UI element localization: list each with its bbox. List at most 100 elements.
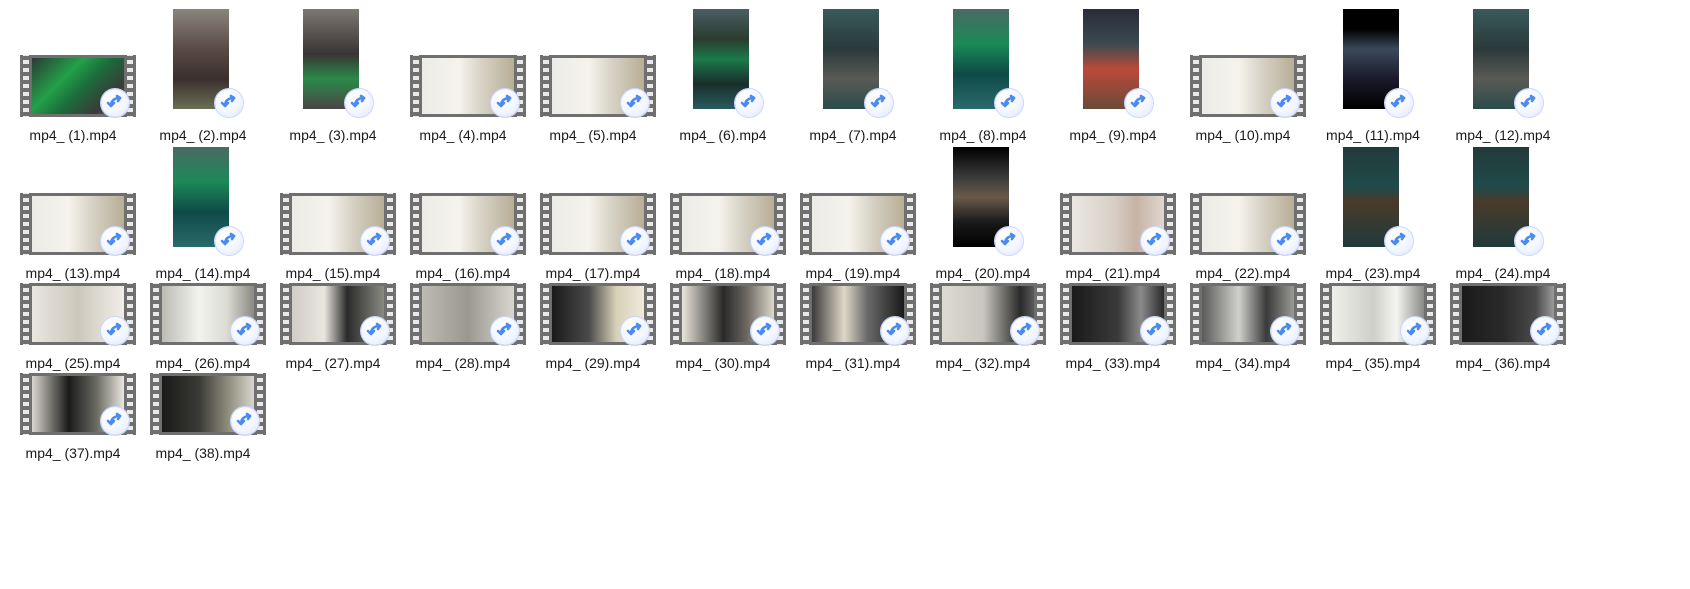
file-name-label: mp4_ (30).mp4 bbox=[675, 355, 771, 371]
file-name-label: mp4_ (29).mp4 bbox=[545, 355, 641, 371]
file-item[interactable]: mp4_ (9).mp4 bbox=[1048, 9, 1178, 164]
file-name-label: mp4_ (27).mp4 bbox=[285, 355, 381, 371]
file-item[interactable]: mp4_ (19).mp4 bbox=[788, 152, 918, 302]
file-name-label: mp4_ (23).mp4 bbox=[1325, 265, 1421, 281]
shortcut-arrow-icon bbox=[101, 227, 129, 255]
file-item[interactable]: mp4_ (23).mp4 bbox=[1308, 147, 1438, 302]
shortcut-arrow-icon bbox=[881, 227, 909, 255]
file-item[interactable]: mp4_ (33).mp4 bbox=[1048, 282, 1178, 432]
file-item[interactable]: mp4_ (16).mp4 bbox=[398, 152, 528, 302]
shortcut-arrow-icon bbox=[101, 317, 129, 345]
file-item[interactable]: mp4_ (24).mp4 bbox=[1438, 147, 1568, 302]
file-item[interactable]: mp4_ (17).mp4 bbox=[528, 152, 658, 302]
file-item[interactable]: mp4_ (31).mp4 bbox=[788, 282, 918, 432]
shortcut-arrow-icon bbox=[751, 227, 779, 255]
file-name-label: mp4_ (22).mp4 bbox=[1195, 265, 1291, 281]
file-name-label: mp4_ (10).mp4 bbox=[1195, 127, 1291, 143]
file-item[interactable]: mp4_ (38).mp4 bbox=[138, 372, 268, 522]
file-name-label: mp4_ (35).mp4 bbox=[1325, 355, 1421, 371]
file-name-label: mp4_ (2).mp4 bbox=[159, 127, 247, 143]
shortcut-arrow-icon bbox=[1271, 89, 1299, 117]
file-item[interactable]: mp4_ (34).mp4 bbox=[1178, 282, 1308, 432]
file-item[interactable]: mp4_ (28).mp4 bbox=[398, 282, 528, 432]
shortcut-arrow-icon bbox=[361, 227, 389, 255]
shortcut-arrow-icon bbox=[101, 407, 129, 435]
file-item[interactable]: mp4_ (30).mp4 bbox=[658, 282, 788, 432]
shortcut-arrow-icon bbox=[1271, 227, 1299, 255]
file-item[interactable]: mp4_ (3).mp4 bbox=[268, 9, 398, 164]
file-name-label: mp4_ (3).mp4 bbox=[289, 127, 377, 143]
shortcut-arrow-icon bbox=[101, 89, 129, 117]
file-item[interactable]: mp4_ (27).mp4 bbox=[268, 282, 398, 432]
shortcut-arrow-icon bbox=[1401, 317, 1429, 345]
file-item[interactable]: mp4_ (18).mp4 bbox=[658, 152, 788, 302]
file-item[interactable]: mp4_ (2).mp4 bbox=[138, 9, 268, 164]
file-item[interactable]: mp4_ (1).mp4 bbox=[8, 14, 138, 164]
shortcut-arrow-icon bbox=[881, 317, 909, 345]
shortcut-arrow-icon bbox=[751, 317, 779, 345]
file-name-label: mp4_ (7).mp4 bbox=[809, 127, 897, 143]
file-name-label: mp4_ (37).mp4 bbox=[25, 445, 121, 461]
file-item[interactable]: mp4_ (8).mp4 bbox=[918, 9, 1048, 164]
shortcut-arrow-icon bbox=[491, 89, 519, 117]
shortcut-arrow-icon bbox=[345, 89, 373, 117]
file-item[interactable]: mp4_ (20).mp4 bbox=[918, 147, 1048, 302]
file-name-label: mp4_ (19).mp4 bbox=[805, 265, 901, 281]
shortcut-arrow-icon bbox=[1385, 89, 1413, 117]
file-item[interactable]: mp4_ (12).mp4 bbox=[1438, 9, 1568, 164]
file-name-label: mp4_ (33).mp4 bbox=[1065, 355, 1161, 371]
shortcut-arrow-icon bbox=[995, 227, 1023, 255]
file-item[interactable]: mp4_ (5).mp4 bbox=[528, 14, 658, 164]
file-name-label: mp4_ (25).mp4 bbox=[25, 355, 121, 371]
file-item[interactable]: mp4_ (36).mp4 bbox=[1438, 282, 1568, 432]
shortcut-arrow-icon bbox=[215, 89, 243, 117]
shortcut-arrow-icon bbox=[621, 317, 649, 345]
shortcut-arrow-icon bbox=[1531, 317, 1559, 345]
file-name-label: mp4_ (31).mp4 bbox=[805, 355, 901, 371]
file-name-label: mp4_ (36).mp4 bbox=[1455, 355, 1551, 371]
shortcut-arrow-icon bbox=[361, 317, 389, 345]
file-icon-grid: mp4_ (1).mp4 mp4_ (2).mp4 mp4_ (3).mp4 m… bbox=[0, 0, 1690, 589]
file-item[interactable]: mp4_ (6).mp4 bbox=[658, 9, 788, 164]
file-name-label: mp4_ (18).mp4 bbox=[675, 265, 771, 281]
file-item[interactable]: mp4_ (14).mp4 bbox=[138, 147, 268, 302]
shortcut-arrow-icon bbox=[1141, 317, 1169, 345]
file-item[interactable]: mp4_ (21).mp4 bbox=[1048, 152, 1178, 302]
file-item[interactable]: mp4_ (22).mp4 bbox=[1178, 152, 1308, 302]
file-item[interactable]: mp4_ (4).mp4 bbox=[398, 14, 528, 164]
file-item[interactable]: mp4_ (15).mp4 bbox=[268, 152, 398, 302]
shortcut-arrow-icon bbox=[215, 227, 243, 255]
file-item[interactable]: mp4_ (35).mp4 bbox=[1308, 282, 1438, 432]
file-name-label: mp4_ (24).mp4 bbox=[1455, 265, 1551, 281]
shortcut-arrow-icon bbox=[1141, 227, 1169, 255]
shortcut-arrow-icon bbox=[995, 89, 1023, 117]
file-name-label: mp4_ (38).mp4 bbox=[155, 445, 251, 461]
file-item[interactable]: mp4_ (11).mp4 bbox=[1308, 9, 1438, 164]
file-name-label: mp4_ (32).mp4 bbox=[935, 355, 1031, 371]
file-name-label: mp4_ (28).mp4 bbox=[415, 355, 511, 371]
shortcut-arrow-icon bbox=[491, 227, 519, 255]
shortcut-arrow-icon bbox=[1515, 227, 1543, 255]
file-item[interactable]: mp4_ (13).mp4 bbox=[8, 152, 138, 302]
file-name-label: mp4_ (14).mp4 bbox=[155, 265, 251, 281]
file-name-label: mp4_ (15).mp4 bbox=[285, 265, 381, 281]
file-name-label: mp4_ (34).mp4 bbox=[1195, 355, 1291, 371]
file-name-label: mp4_ (11).mp4 bbox=[1326, 127, 1420, 143]
shortcut-arrow-icon bbox=[735, 89, 763, 117]
file-item[interactable]: mp4_ (37).mp4 bbox=[8, 372, 138, 522]
file-item[interactable]: mp4_ (7).mp4 bbox=[788, 9, 918, 164]
file-item[interactable]: mp4_ (10).mp4 bbox=[1178, 14, 1308, 164]
file-name-label: mp4_ (12).mp4 bbox=[1455, 127, 1551, 143]
file-name-label: mp4_ (9).mp4 bbox=[1069, 127, 1157, 143]
file-item[interactable]: mp4_ (32).mp4 bbox=[918, 282, 1048, 432]
shortcut-arrow-icon bbox=[491, 317, 519, 345]
shortcut-arrow-icon bbox=[621, 89, 649, 117]
shortcut-arrow-icon bbox=[1515, 89, 1543, 117]
file-name-label: mp4_ (16).mp4 bbox=[415, 265, 511, 281]
file-name-label: mp4_ (21).mp4 bbox=[1065, 265, 1161, 281]
file-name-label: mp4_ (5).mp4 bbox=[549, 127, 637, 143]
file-name-label: mp4_ (17).mp4 bbox=[545, 265, 641, 281]
file-item[interactable]: mp4_ (29).mp4 bbox=[528, 282, 658, 432]
file-name-label: mp4_ (26).mp4 bbox=[155, 355, 251, 371]
shortcut-arrow-icon bbox=[865, 89, 893, 117]
